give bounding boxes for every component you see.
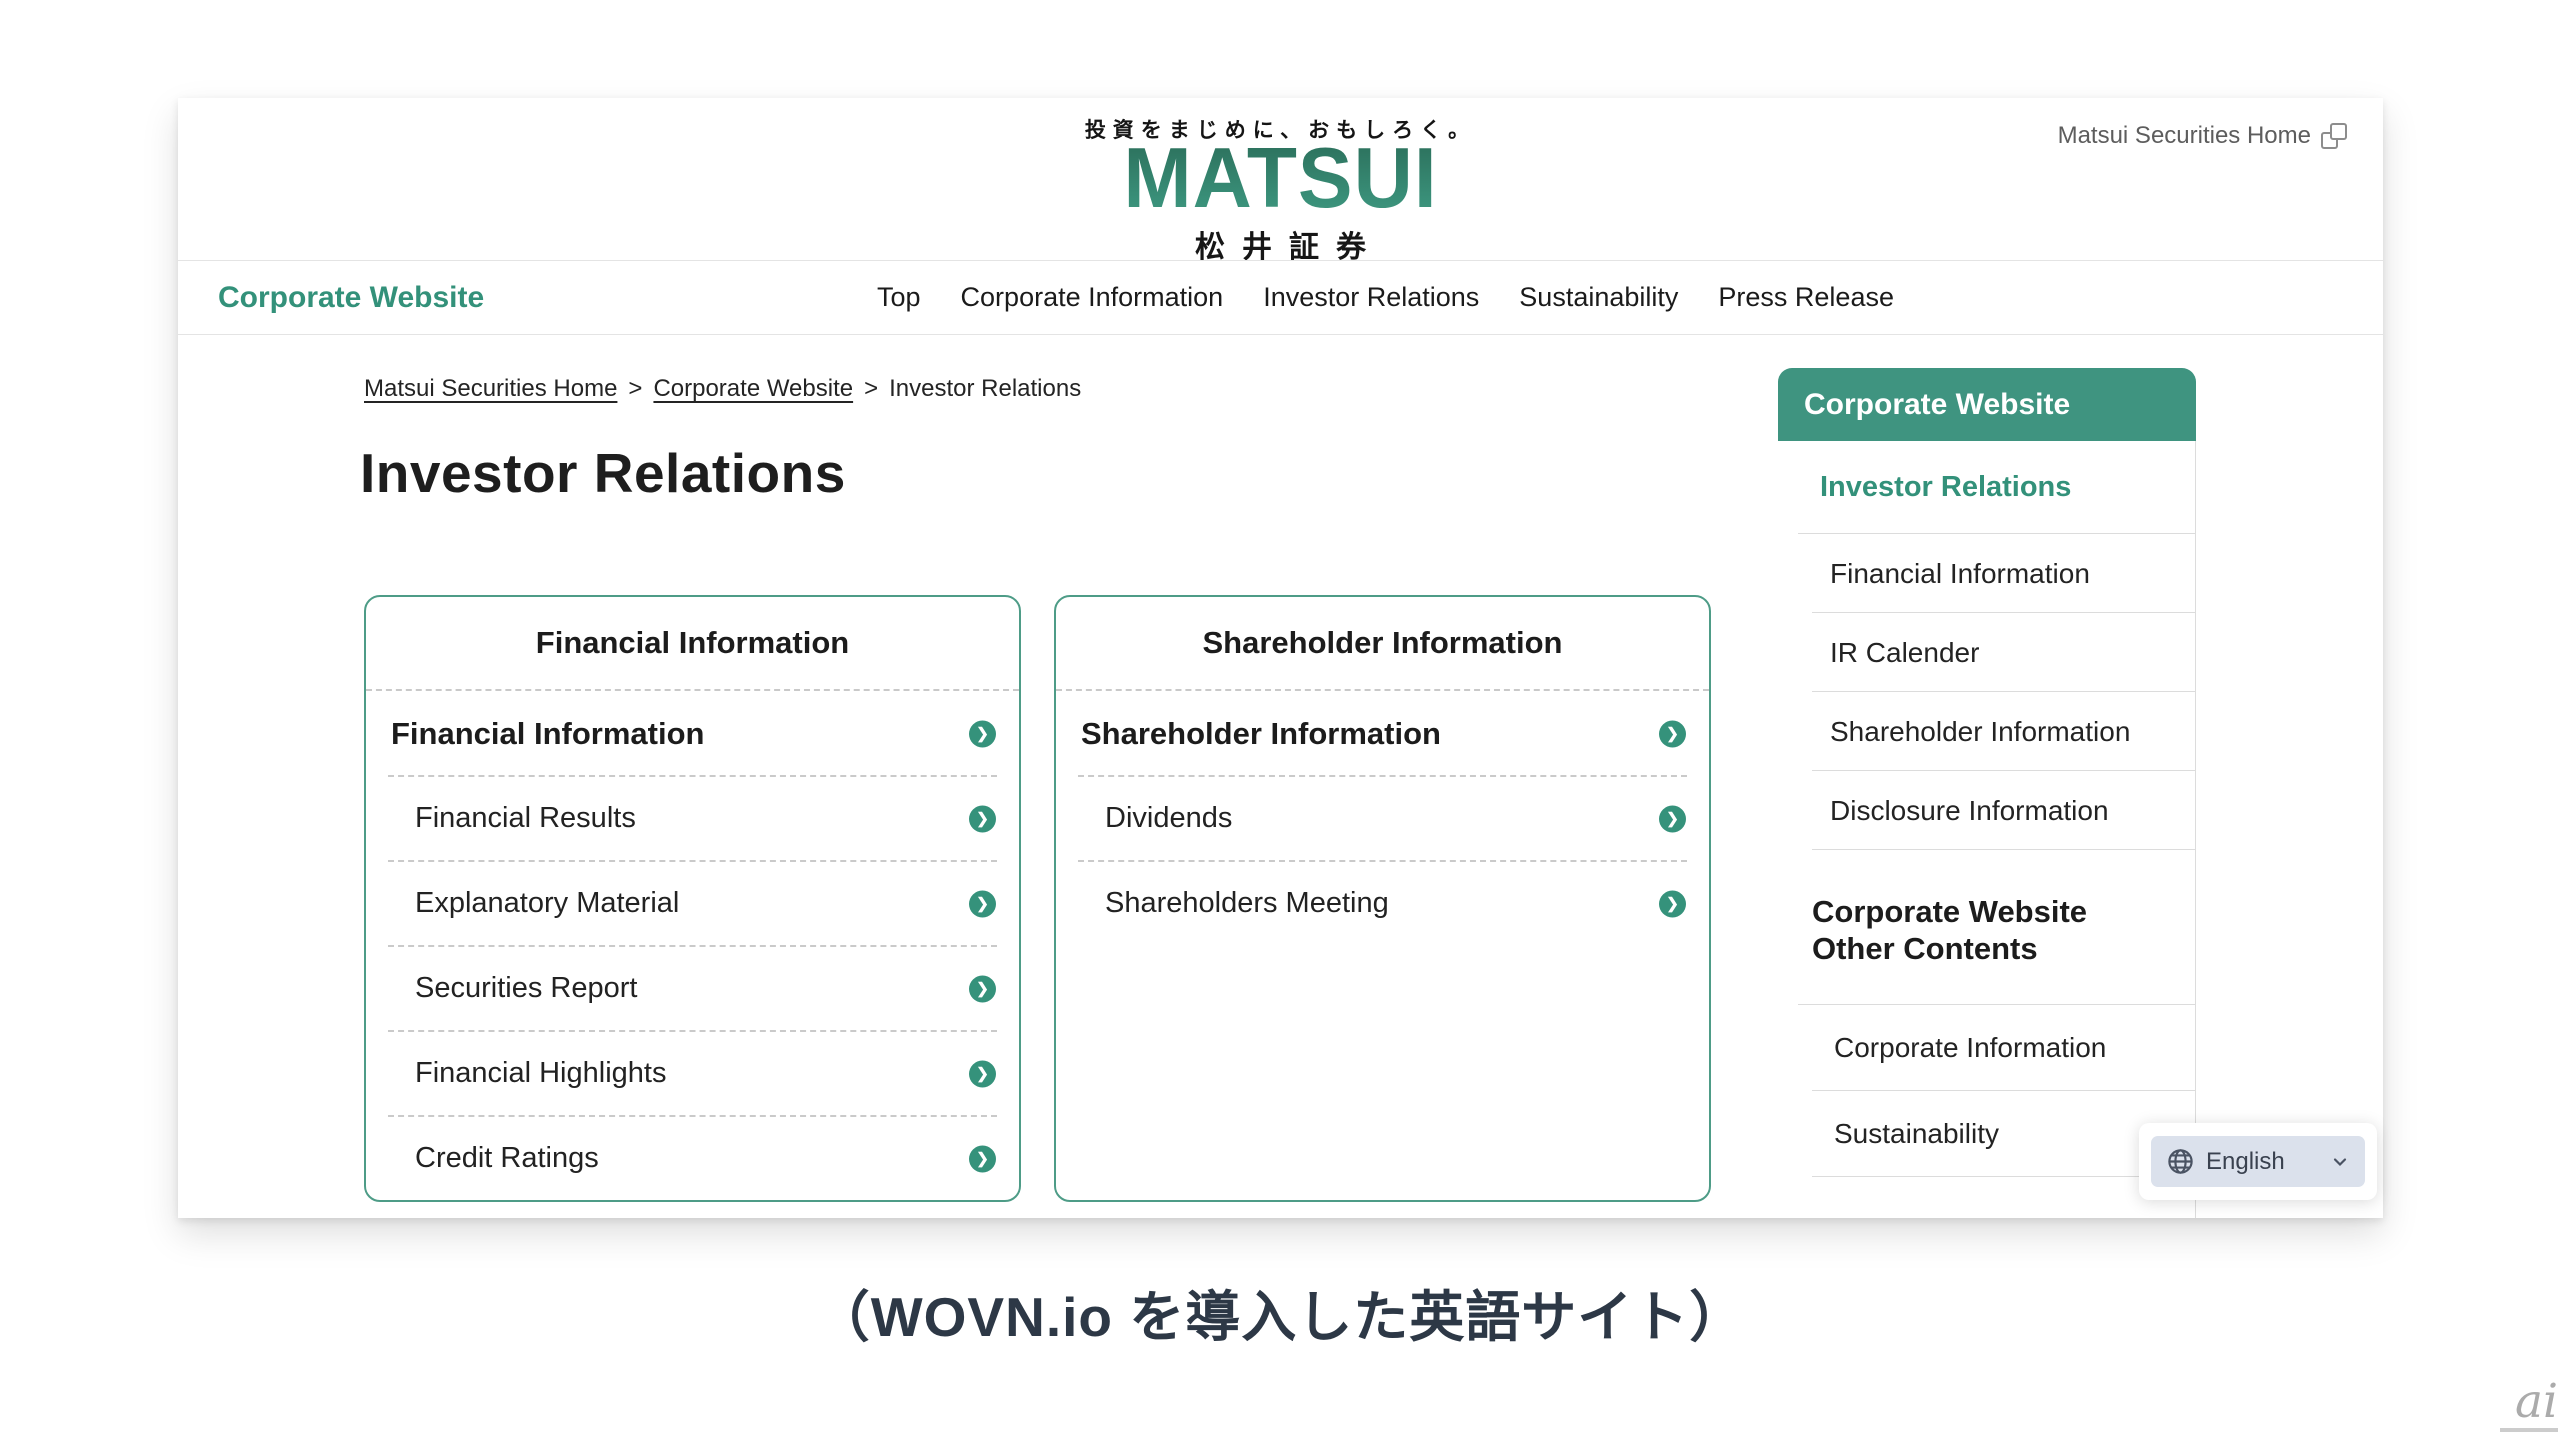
card-link-label: Financial Results: [415, 802, 636, 835]
home-link-label: Matsui Securities Home: [2058, 122, 2311, 150]
card-link-shareholder-information[interactable]: Shareholder Information ❯: [1056, 691, 1709, 776]
card-link-label: Financial Information: [391, 716, 704, 752]
sidebar-other-contents-heading: Corporate Website Other Contents: [1778, 850, 2195, 1005]
chevron-right-icon[interactable]: ❯: [969, 805, 996, 832]
sidebar-item-ir-calender[interactable]: IR Calender: [1778, 613, 2195, 692]
content-area: Matsui Securities Home > Corporate Websi…: [178, 335, 2383, 1218]
card-link-label: Dividends: [1105, 802, 1232, 835]
nav-corporate-website-label[interactable]: Corporate Website: [218, 281, 484, 315]
breadcrumb-corporate-website-link[interactable]: Corporate Website: [653, 375, 853, 403]
logo-wordmark: MATSUI: [1085, 136, 1476, 221]
sidebar-item-label: Corporate Information: [1834, 1032, 2106, 1064]
language-selector[interactable]: English: [2151, 1136, 2365, 1187]
card-link-financial-information[interactable]: Financial Information ❯: [366, 691, 1019, 776]
card-link-label: Credit Ratings: [415, 1142, 599, 1175]
nav-item-investor-relations[interactable]: Investor Relations: [1263, 282, 1479, 313]
card-link-financial-results[interactable]: Financial Results ❯: [366, 776, 1019, 861]
chevron-right-icon[interactable]: ❯: [969, 1145, 996, 1172]
watermark-logo: ai: [2500, 1378, 2558, 1432]
external-link-icon: [2321, 123, 2347, 149]
card-link-shareholders-meeting[interactable]: Shareholders Meeting ❯: [1056, 861, 1709, 946]
sidebar-item-disclosure-information[interactable]: Disclosure Information: [1778, 771, 2195, 850]
chevron-right-icon[interactable]: ❯: [1659, 720, 1686, 747]
sidebar: Corporate Website Investor Relations Fin…: [1778, 368, 2196, 1218]
divider: [1812, 1176, 2195, 1177]
sidebar-header: Corporate Website: [1778, 368, 2196, 441]
breadcrumb-separator: >: [628, 375, 642, 403]
breadcrumb-current: Investor Relations: [889, 375, 1081, 403]
card-link-label: Shareholders Meeting: [1105, 887, 1389, 920]
matsui-securities-home-link[interactable]: Matsui Securities Home: [2058, 122, 2347, 150]
chevron-right-icon[interactable]: ❯: [969, 890, 996, 917]
card-link-label: Shareholder Information: [1081, 716, 1441, 752]
primary-navbar: Corporate Website Top Corporate Informat…: [178, 260, 2383, 335]
chevron-right-icon[interactable]: ❯: [969, 975, 996, 1002]
sidebar-item-label: Financial Information: [1830, 558, 2090, 590]
card-link-label: Financial Highlights: [415, 1057, 666, 1090]
card-link-explanatory-material[interactable]: Explanatory Material ❯: [366, 861, 1019, 946]
language-selector-value: English: [2206, 1148, 2285, 1176]
nav-list: Top Corporate Information Investor Relat…: [877, 282, 1894, 313]
sidebar-item-label: Shareholder Information: [1830, 716, 2130, 748]
breadcrumb: Matsui Securities Home > Corporate Websi…: [364, 375, 1081, 403]
card-link-credit-ratings[interactable]: Credit Ratings ❯: [366, 1116, 1019, 1201]
chevron-down-icon: [2330, 1152, 2350, 1172]
sidebar-item-investor-relations-active[interactable]: Investor Relations: [1778, 441, 2195, 534]
card-link-label: Explanatory Material: [415, 887, 679, 920]
shareholder-information-card: Shareholder Information Shareholder Info…: [1054, 595, 1711, 1202]
link-cards: Financial Information Financial Informat…: [364, 595, 1711, 1202]
breadcrumb-separator: >: [864, 375, 878, 403]
sidebar-item-corporate-information[interactable]: Corporate Information: [1778, 1005, 2195, 1091]
chevron-right-icon[interactable]: ❯: [1659, 890, 1686, 917]
chevron-right-icon[interactable]: ❯: [969, 720, 996, 747]
sidebar-item-label: IR Calender: [1830, 637, 1979, 669]
globe-icon: [2166, 1147, 2195, 1176]
language-selector-card: English: [2139, 1123, 2377, 1200]
nav-item-corporate-information[interactable]: Corporate Information: [961, 282, 1224, 313]
sidebar-heading-label: Corporate Website Other Contents: [1812, 894, 2087, 966]
site-header: 投資をまじめに、おもしろく。 MATSUI 松井証券 Matsui Securi…: [178, 98, 2383, 260]
financial-information-card: Financial Information Financial Informat…: [364, 595, 1021, 1202]
card-link-securities-report[interactable]: Securities Report ❯: [366, 946, 1019, 1031]
sidebar-item-label: Disclosure Information: [1830, 795, 2109, 827]
card-title: Financial Information: [366, 597, 1019, 691]
card-link-label: Securities Report: [415, 972, 637, 1005]
card-link-dividends[interactable]: Dividends ❯: [1056, 776, 1709, 861]
figure-caption: （WOVN.io を導入した英語サイト）: [0, 1272, 2560, 1352]
card-title: Shareholder Information: [1056, 597, 1709, 691]
sidebar-item-shareholder-information[interactable]: Shareholder Information: [1778, 692, 2195, 771]
breadcrumb-home-link[interactable]: Matsui Securities Home: [364, 375, 617, 403]
sidebar-item-financial-information[interactable]: Financial Information: [1778, 534, 2195, 613]
nav-item-press-release[interactable]: Press Release: [1718, 282, 1894, 313]
matsui-logo[interactable]: 投資をまじめに、おもしろく。 MATSUI 松井証券: [1085, 114, 1476, 266]
nav-item-sustainability[interactable]: Sustainability: [1519, 282, 1678, 313]
sidebar-item-sustainability[interactable]: Sustainability: [1778, 1091, 2195, 1177]
card-link-financial-highlights[interactable]: Financial Highlights ❯: [366, 1031, 1019, 1116]
website-screenshot-page: 投資をまじめに、おもしろく。 MATSUI 松井証券 Matsui Securi…: [178, 98, 2383, 1218]
nav-item-top[interactable]: Top: [877, 282, 921, 313]
sidebar-item-label: Investor Relations: [1820, 471, 2071, 504]
chevron-right-icon[interactable]: ❯: [1659, 805, 1686, 832]
page-title: Investor Relations: [360, 441, 846, 505]
sidebar-item-label: Sustainability: [1834, 1118, 1999, 1150]
watermark-text: ai: [2515, 1374, 2558, 1429]
sidebar-body: Investor Relations Financial Information…: [1778, 441, 2196, 1218]
chevron-right-icon[interactable]: ❯: [969, 1060, 996, 1087]
